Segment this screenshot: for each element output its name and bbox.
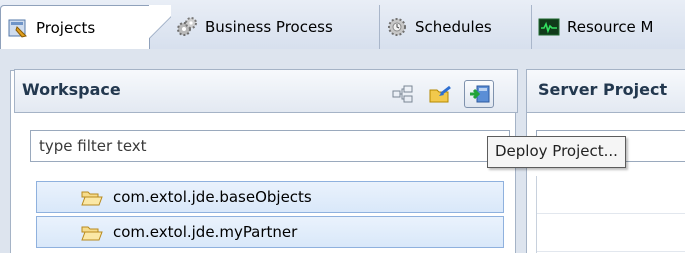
tab-projects[interactable]: Projects [0, 5, 171, 50]
list-item-label: com.extol.jde.myPartner [113, 223, 298, 241]
list-item-label: com.extol.jde.baseObjects [113, 188, 312, 206]
workspace-filter-input[interactable]: type filter text [30, 130, 510, 162]
folder-icon [81, 189, 103, 211]
deploy-project-tooltip: Deploy Project... [487, 136, 626, 168]
tab-label: Resource M [567, 18, 654, 36]
deploy-project-button[interactable] [464, 80, 494, 108]
projects-icon [7, 17, 29, 39]
server-projects-title: Server Project [538, 80, 668, 99]
server-projects-list [536, 176, 685, 253]
workspace-title: Workspace [22, 80, 121, 99]
folder-icon [81, 224, 103, 246]
tab-schedules[interactable]: Schedules [380, 5, 532, 49]
list-item[interactable]: com.extol.jde.baseObjects [36, 181, 504, 213]
list-row [537, 214, 685, 252]
tree-collapse-icon[interactable] [392, 84, 414, 104]
tab-label: Projects [36, 19, 96, 37]
deploy-project-icon [469, 84, 491, 108]
editor-tab-bar: Projects Business Process Schedules Reso… [0, 0, 685, 50]
filter-placeholder: type filter text [39, 137, 147, 155]
tab-business-process[interactable]: Business Process [170, 5, 380, 49]
tab-label: Schedules [415, 18, 492, 36]
schedule-gears-icon [386, 16, 408, 38]
import-folder-icon[interactable] [428, 84, 451, 104]
resource-monitor-icon [538, 16, 560, 38]
list-item[interactable]: com.extol.jde.myPartner [36, 216, 504, 248]
workspace-project-list: com.extol.jde.baseObjects com.extol.jde.… [36, 181, 504, 251]
tab-resource-monitor[interactable]: Resource M [532, 5, 685, 49]
tab-label: Business Process [205, 18, 333, 36]
list-row [537, 176, 685, 214]
gears-icon [176, 16, 198, 38]
